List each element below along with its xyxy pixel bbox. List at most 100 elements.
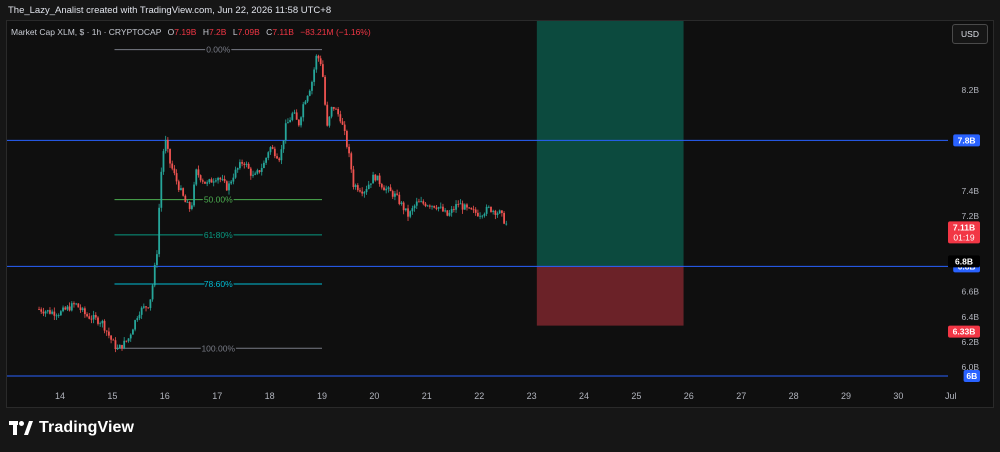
x-tick-label: 24 [579, 391, 589, 401]
candle-body [171, 163, 174, 169]
candle-body [413, 205, 416, 209]
candle-body [474, 209, 477, 213]
candle-body [177, 181, 180, 190]
candle-body [94, 314, 97, 318]
candle-body [494, 210, 497, 215]
candle-body [311, 81, 313, 91]
symbol-legend: Market Cap XLM, $ · 1h · CRYPTOCAP O7.19… [11, 27, 371, 37]
candle-body [356, 185, 359, 191]
candle-body [433, 205, 436, 208]
chart-canvas[interactable]: 0.00% 50.00% 61.80% 78.60% 100.00% 14 15 16 17 18… [0, 0, 1000, 452]
candle-body [372, 174, 374, 184]
candle-body [501, 210, 503, 213]
candle-body [306, 95, 309, 102]
candle-body [97, 317, 99, 324]
candle-body [53, 311, 56, 316]
candle-body [234, 169, 237, 178]
candle-body [173, 168, 176, 174]
candle-body [129, 334, 132, 339]
candle-body [437, 207, 440, 209]
candle-body [330, 106, 333, 117]
candle-body [68, 306, 71, 311]
y-tick-label: 6.2B [962, 337, 980, 347]
candle-body [103, 320, 106, 331]
candle-body [398, 194, 401, 204]
candle-body [463, 204, 466, 210]
candle-body [77, 303, 80, 308]
candle-body [208, 179, 211, 183]
y-tick-label: 6.4B [962, 312, 980, 322]
candle-body [184, 195, 187, 203]
y-tick-label: 8.2B [962, 85, 980, 95]
candle-body [158, 207, 161, 255]
low-value: 7.09B [237, 27, 260, 37]
x-tick-label: 20 [369, 391, 379, 401]
candle-body [385, 188, 388, 191]
candle-body [75, 303, 78, 305]
currency-button[interactable]: USD [952, 24, 988, 44]
candle-body [326, 104, 329, 126]
x-tick-label: 26 [684, 391, 694, 401]
candle-body [415, 201, 418, 206]
x-tick-label: 25 [631, 391, 641, 401]
candle-body [166, 139, 169, 149]
candle-body [66, 306, 69, 310]
candle-body [400, 202, 403, 204]
candle-body [241, 162, 243, 164]
candle-body [479, 215, 481, 217]
candle-body [164, 139, 167, 152]
candle-body [46, 310, 49, 312]
close-value: 7.11B [272, 27, 294, 37]
price-badge-label: 6B [966, 371, 977, 381]
candle-body [138, 314, 141, 319]
candle-body [105, 330, 108, 332]
candle-body [380, 184, 383, 188]
candle-body [151, 285, 154, 300]
candle-body [265, 157, 268, 163]
candle-body [127, 338, 130, 342]
fib-level-label: 100.00% [201, 343, 235, 353]
candle-body [271, 147, 274, 149]
candle-body [190, 205, 193, 209]
candle-body [324, 76, 326, 105]
candle-body [297, 119, 300, 126]
candle-body [212, 181, 215, 183]
candle-body [367, 184, 370, 189]
candle-body [319, 58, 322, 65]
candle-body [90, 318, 93, 320]
candle-body [160, 171, 163, 208]
candle-body [276, 156, 278, 159]
candle-body [359, 190, 361, 192]
candle-body [88, 316, 91, 319]
candle-body [217, 177, 219, 181]
candle-body [180, 188, 182, 190]
candle-body [118, 344, 121, 349]
candle-body [42, 311, 45, 314]
x-tick-label: Jul [945, 391, 957, 401]
candle-body [485, 206, 488, 214]
candle-body [396, 193, 399, 195]
candle-body [487, 206, 490, 208]
candle-body [62, 307, 64, 312]
candle-body [59, 311, 62, 316]
candle-body [145, 306, 147, 308]
candle-body [221, 179, 224, 180]
candle-body [418, 201, 420, 203]
candle-body [315, 55, 318, 70]
candle-body [304, 101, 307, 105]
candle-body [121, 344, 123, 349]
candle-body [182, 188, 185, 196]
footer [0, 408, 1000, 452]
candle-body [383, 187, 385, 191]
candle-body [132, 329, 134, 335]
candle-body [232, 177, 235, 182]
candle-body [457, 204, 460, 205]
candle-body [156, 254, 158, 266]
candle-body [201, 180, 204, 182]
tradingview-logo[interactable]: TradingView [9, 419, 134, 437]
candle-body [142, 306, 145, 308]
candle-body [83, 308, 86, 315]
candle-body [284, 123, 287, 141]
candle-body [387, 187, 390, 189]
candle-body [210, 179, 213, 183]
